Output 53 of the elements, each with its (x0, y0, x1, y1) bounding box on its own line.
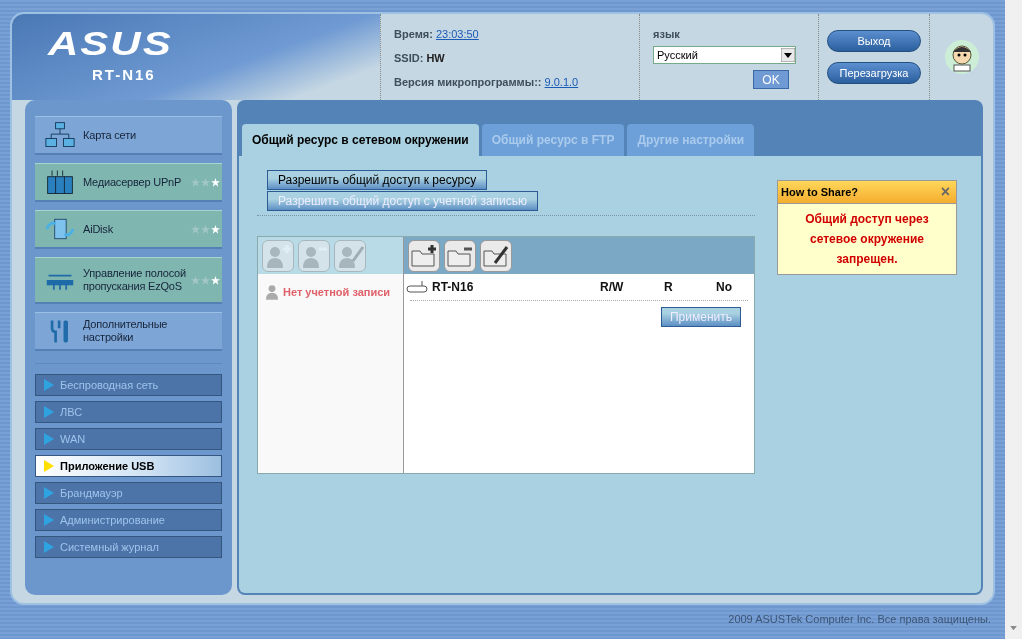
reboot-button[interactable]: Перезагрузка (827, 62, 921, 84)
triangle-icon (44, 514, 54, 526)
time-label: Время: (394, 28, 433, 40)
triangle-icon (44, 460, 54, 472)
sidebar-item[interactable]: Карта сети (35, 116, 222, 155)
folder-edit-button[interactable] (480, 239, 512, 272)
help-title: How to Share? (781, 186, 858, 198)
copyright-text: 2009 ASUSTek Computer Inc. Все права защищены. (727, 612, 992, 625)
language-select[interactable]: Русский (653, 46, 796, 64)
firmware-label: Версия микропрограммы:: (394, 76, 542, 88)
logout-button[interactable]: Выход (827, 30, 921, 52)
ok-button[interactable]: OK (753, 70, 789, 89)
submenu-item[interactable]: WAN (35, 428, 222, 450)
submenu-item[interactable]: Администрирование (35, 509, 222, 531)
sidebar-item[interactable]: Дополнительные настройки (35, 312, 222, 351)
sidebar-item[interactable]: Медиасервер UPnP (35, 163, 222, 202)
film-music-icon (45, 168, 75, 196)
account-item[interactable]: Нет учетной записи (258, 274, 398, 300)
mascot-icon (943, 39, 980, 75)
network-icon (45, 121, 75, 149)
model-name: RT-N16 (92, 66, 156, 83)
router-icon (406, 281, 428, 293)
help-message: Общий доступ через сетевое окружение запрещен. (804, 211, 930, 268)
ssid-label: SSID: (394, 52, 424, 64)
triangle-icon (44, 406, 54, 418)
triangle-icon (44, 487, 54, 499)
submenu-item[interactable]: Системный журнал (35, 536, 222, 558)
close-button[interactable]: × (940, 185, 950, 199)
submenu-item[interactable]: Беспроводная сеть (35, 374, 222, 396)
triangle-icon (44, 541, 54, 553)
user-icon (266, 284, 278, 300)
dropdown-icon (781, 48, 795, 62)
permission-text: R (664, 280, 674, 294)
triangle-icon (44, 379, 54, 391)
logo-text: ASUS (48, 26, 173, 62)
tab[interactable]: Общий ресурс в сетевом окружении (242, 124, 479, 156)
submenu-item[interactable]: Брандмауэр (35, 482, 222, 504)
folder-add-button[interactable] (408, 239, 440, 272)
language-label: язык (653, 28, 680, 40)
time-link[interactable]: 23:03:50 (435, 28, 479, 40)
submenu-item[interactable]: ЛВС (35, 401, 222, 423)
scroll-down-icon[interactable] (1009, 626, 1018, 631)
submenu-item[interactable]: Приложение USB (35, 455, 222, 477)
permission-text: R/W (600, 280, 625, 294)
triangle-icon (44, 433, 54, 445)
scrollbar[interactable] (1005, 0, 1022, 639)
sidebar-item[interactable]: Управление полосой пропускания EzQoS (35, 257, 222, 304)
sidebar-item[interactable]: AiDisk (35, 210, 222, 249)
share-name: RT-N16 (432, 280, 475, 294)
permission-text: No (716, 280, 732, 294)
share-mode-button[interactable]: Разрешить общий доступ к ресурсу (267, 170, 488, 190)
firmware-link[interactable]: 9.0.1.0 (544, 76, 579, 88)
ssid-value: HW (426, 52, 445, 64)
